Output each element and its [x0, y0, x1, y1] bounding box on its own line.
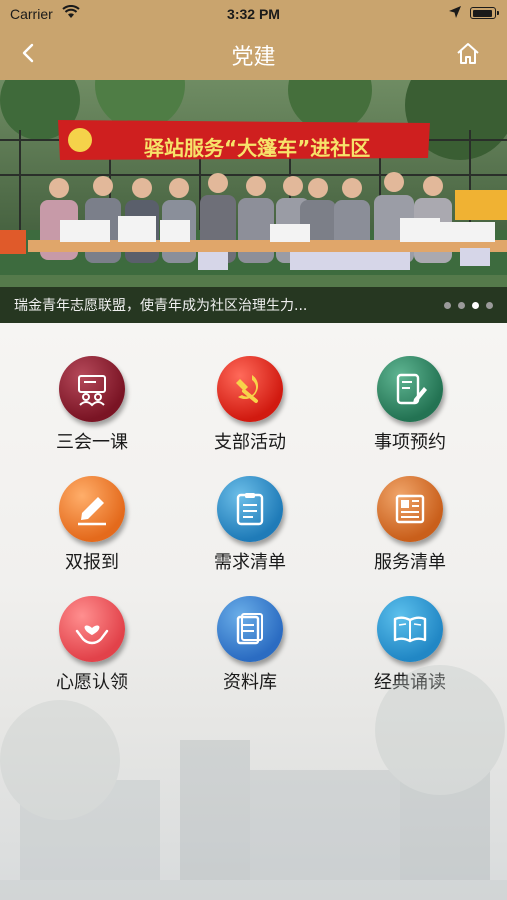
edit-document-icon — [377, 356, 443, 422]
banner-headline: 驿站服务“大篷车”进社区 — [144, 136, 371, 160]
heart-hands-icon — [59, 596, 125, 662]
location-arrow-icon — [449, 6, 461, 18]
menu-item-label: 支部活动 — [214, 432, 286, 453]
menu-item-service-list[interactable]: 服务清单 — [350, 476, 470, 574]
background-cityscape — [0, 665, 507, 900]
menu-item-three-meetings[interactable]: 三会一课 — [32, 356, 152, 454]
carousel-pagination[interactable] — [444, 302, 493, 309]
menu-item-appointment[interactable]: 事项预约 — [350, 356, 470, 454]
carousel-dot[interactable] — [444, 302, 451, 309]
party-emblem-icon — [217, 356, 283, 422]
menu-item-label: 需求清单 — [214, 552, 286, 573]
carousel-dot[interactable] — [458, 302, 465, 309]
page-title: 党建 — [231, 45, 276, 70]
meeting-board-icon — [59, 356, 125, 422]
battery-icon — [470, 7, 499, 19]
open-book-icon — [377, 596, 443, 662]
clipboard-list-icon — [217, 476, 283, 542]
menu-item-branch-activities[interactable]: 支部活动 — [190, 356, 310, 454]
menu-item-label: 服务清单 — [374, 552, 446, 573]
menu-item-label: 双报到 — [65, 552, 119, 573]
newspaper-icon — [377, 476, 443, 542]
menu-area: 三会一课 支部活动 事项预约 双报到 需求清单 服务清单 心愿认领 资料库 — [0, 323, 507, 900]
menu-item-dual-report[interactable]: 双报到 — [32, 476, 152, 574]
banner-caption: 瑞金青年志愿联盟，使青年成为社区治理生力... — [14, 298, 308, 314]
pen-sign-icon — [59, 476, 125, 542]
books-icon — [217, 596, 283, 662]
menu-item-label: 三会一课 — [56, 432, 128, 453]
clock: 3:32 PM — [227, 6, 280, 22]
home-button[interactable] — [454, 40, 482, 68]
navigation-bar: 党建 — [0, 28, 507, 80]
menu-item-demand-list[interactable]: 需求清单 — [190, 476, 310, 574]
status-bar: Carrier 3:32 PM — [0, 0, 507, 28]
banner-carousel[interactable]: 驿站服务“大篷车”进社区 瑞金青年志愿联盟，使青年成为社区治理生力... — [0, 80, 507, 323]
menu-item-label: 事项预约 — [374, 432, 446, 453]
carousel-dot[interactable] — [486, 302, 493, 309]
carousel-dot-active[interactable] — [472, 302, 479, 309]
